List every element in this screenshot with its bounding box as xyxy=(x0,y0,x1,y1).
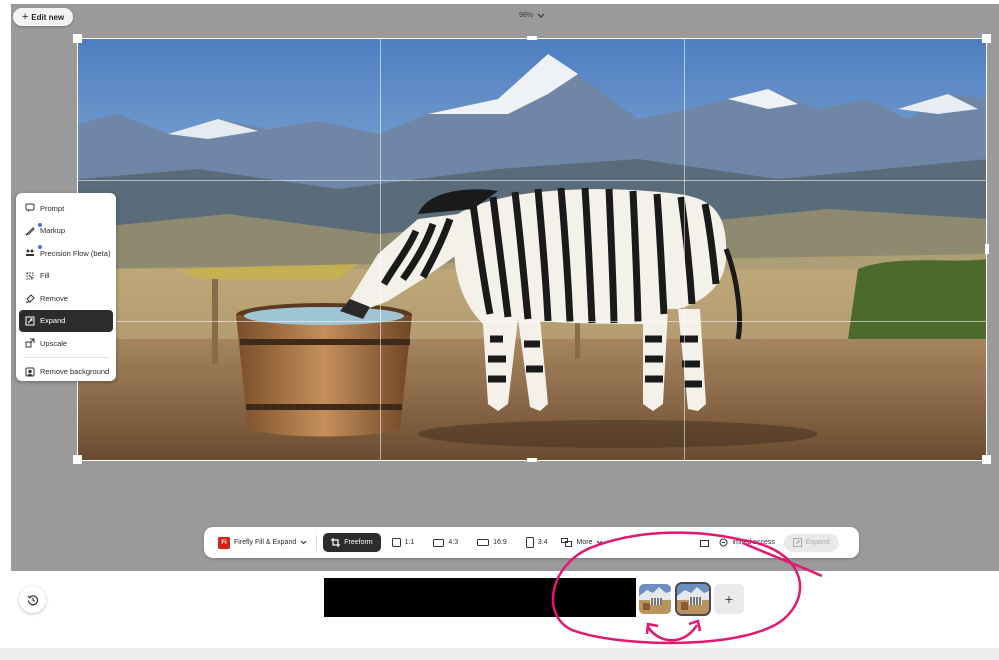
tool-remove-background[interactable]: Remove background xyxy=(19,361,113,384)
variation-thumbnail-2[interactable] xyxy=(675,582,711,616)
tool-fill[interactable]: Fill xyxy=(19,265,113,288)
expand-icon xyxy=(25,316,35,326)
more-ratios-button[interactable]: More xyxy=(561,538,603,547)
variation-thumbnail-1[interactable] xyxy=(639,584,671,614)
model-selector[interactable]: Fi Firefly Fill & Expand xyxy=(218,536,307,549)
edit-new-button[interactable]: + Edit new xyxy=(13,8,73,26)
crop-handle-right[interactable] xyxy=(985,244,989,254)
ratio-1-1-button[interactable]: 1:1 xyxy=(391,538,414,547)
remove-icon xyxy=(25,293,35,303)
tool-remove[interactable]: Remove xyxy=(19,287,113,310)
portrait-ratio-icon xyxy=(525,537,534,548)
crop-handle-bottom-right[interactable] xyxy=(982,455,991,464)
model-label: Firefly Fill & Expand xyxy=(234,539,297,546)
add-variation-button[interactable]: + xyxy=(714,584,744,614)
tool-prompt[interactable]: Prompt xyxy=(19,197,113,220)
tool-precision-flow[interactable]: Precision Flow (beta) xyxy=(19,242,113,265)
thumbnail-image xyxy=(639,584,671,614)
redacted-area xyxy=(324,578,636,617)
crop-handle-bottom[interactable] xyxy=(527,458,537,462)
toolbar-divider xyxy=(316,534,318,551)
crop-handle-top-right[interactable] xyxy=(982,34,991,43)
new-indicator-dot xyxy=(38,245,42,249)
expand-toolbar: Fi Firefly Fill & Expand Freeform 1:1 4:… xyxy=(204,527,859,558)
precision-flow-icon xyxy=(25,248,35,258)
tool-expand[interactable]: Expand xyxy=(19,309,113,332)
history-icon xyxy=(27,594,38,605)
plus-icon: + xyxy=(21,11,29,23)
crop-icon xyxy=(331,538,341,547)
zebra-photo xyxy=(78,39,986,460)
square-ratio-icon xyxy=(391,538,401,547)
freeform-button[interactable]: Freeform xyxy=(323,533,381,552)
frame-button[interactable] xyxy=(700,538,710,547)
credits-icon xyxy=(719,538,728,547)
image-canvas[interactable] xyxy=(77,38,987,461)
history-button[interactable] xyxy=(19,586,46,613)
limited-access-label: imited access xyxy=(732,539,775,546)
thumbnail-image xyxy=(677,584,709,614)
menu-divider xyxy=(23,356,109,358)
fill-icon xyxy=(25,271,35,281)
ratios-icon xyxy=(561,538,573,547)
bottom-strip xyxy=(0,648,999,660)
new-indicator-dot xyxy=(38,222,42,227)
ratio-4-3-button[interactable]: 4:3 xyxy=(433,538,458,547)
crop-handle-top-left[interactable] xyxy=(73,34,82,43)
prompt-icon xyxy=(25,203,35,213)
limited-access-indicator[interactable]: imited access xyxy=(719,538,775,547)
tool-markup[interactable]: Markup xyxy=(19,220,113,243)
freeform-label: Freeform xyxy=(344,539,373,546)
upscale-icon xyxy=(25,338,35,348)
edit-new-label: Edit new xyxy=(31,12,65,22)
expand-label: Expand xyxy=(805,539,830,546)
chevron-down-icon xyxy=(597,540,603,545)
zoom-dropdown[interactable]: 98% xyxy=(519,12,545,19)
expand-icon xyxy=(792,538,802,547)
ratio-3-4-button[interactable]: 3:4 xyxy=(525,537,547,548)
wide-ratio-icon xyxy=(477,539,490,546)
firefly-logo-icon: Fi xyxy=(218,536,230,549)
tool-upscale[interactable]: Upscale xyxy=(19,332,113,355)
plus-icon: + xyxy=(724,591,734,607)
frame-icon xyxy=(700,540,710,547)
chevron-down-icon xyxy=(300,540,307,545)
markup-icon xyxy=(25,226,35,236)
tool-menu: Prompt Markup Precision Flow (beta) Fill… xyxy=(16,193,116,381)
zoom-value: 98% xyxy=(519,12,534,19)
crop-handle-bottom-left[interactable] xyxy=(73,455,82,464)
landscape-ratio-icon xyxy=(433,538,445,547)
remove-background-icon xyxy=(25,367,35,377)
crop-handle-top[interactable] xyxy=(527,36,537,40)
ratio-16-9-button[interactable]: 16:9 xyxy=(477,539,507,546)
chevron-down-icon xyxy=(537,13,545,18)
expand-button[interactable]: Expand xyxy=(783,533,839,552)
